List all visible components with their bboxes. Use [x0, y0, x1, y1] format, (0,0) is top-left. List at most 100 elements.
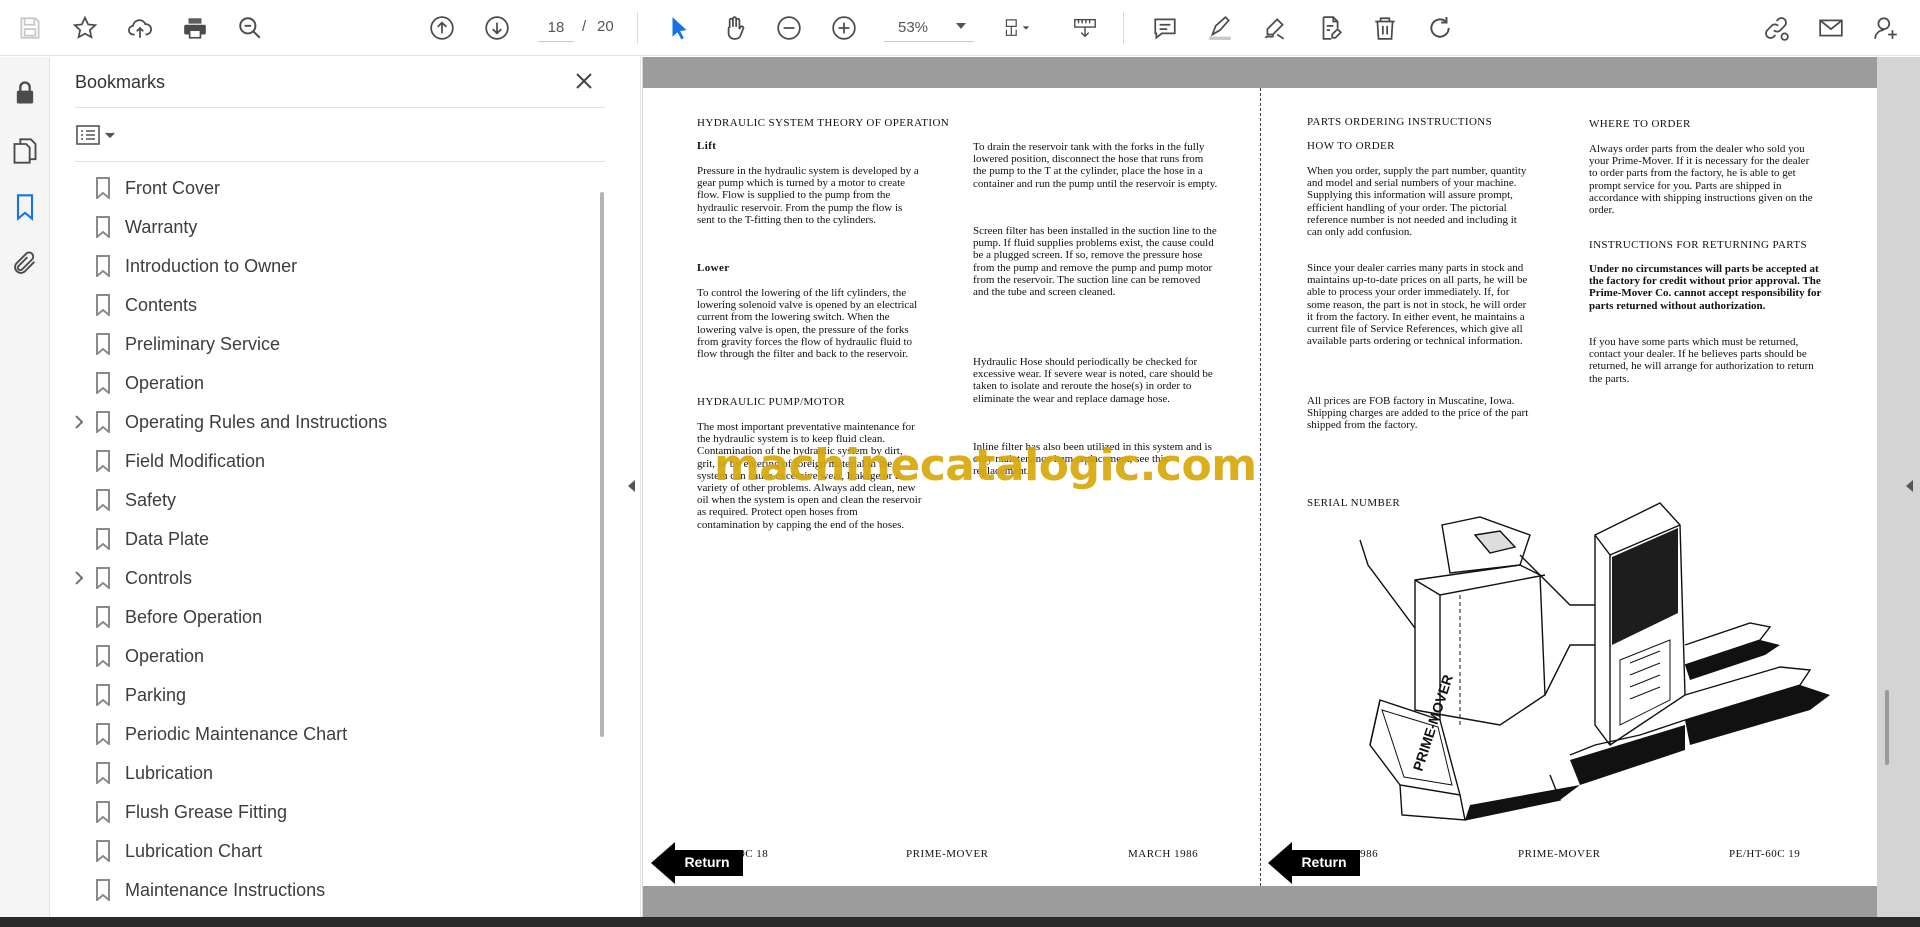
next-page-icon[interactable]	[479, 10, 515, 46]
bookmark-panel-icon[interactable]	[11, 193, 39, 221]
return-button[interactable]: Return	[1268, 842, 1360, 884]
expand-right-pane-arrow[interactable]	[1906, 480, 1913, 492]
bookmark-icon	[95, 411, 111, 435]
main-toolbar: / 20 53%	[0, 0, 1920, 56]
bookmark-icon	[95, 528, 111, 552]
bookmark-item[interactable]: Operation	[51, 365, 591, 401]
highlight-pen-icon[interactable]	[1202, 10, 1238, 46]
bookmark-item[interactable]: Operation	[51, 638, 591, 674]
page-number-input[interactable]	[538, 14, 574, 42]
page-margin-top	[643, 57, 1877, 88]
edit-pdf-icon[interactable]	[1312, 10, 1348, 46]
watermark: machinecatalogic.com	[714, 440, 1257, 491]
bookmark-label: Controls	[125, 568, 193, 588]
returning-warning: Under no circumstances will parts be acc…	[1589, 263, 1822, 312]
attachment-icon[interactable]	[11, 249, 39, 277]
page-total: 20	[597, 18, 614, 35]
close-icon[interactable]	[572, 69, 596, 93]
bookmark-item[interactable]: Data Plate	[51, 521, 591, 557]
zoom-select[interactable]: 53%	[884, 14, 974, 42]
taskbar-strip	[0, 917, 1920, 927]
share-link-icon[interactable]	[1758, 10, 1794, 46]
document-scrollbar-thumb[interactable]	[1885, 690, 1889, 765]
bookmark-item[interactable]: Lubrication Chart	[51, 833, 591, 869]
bookmark-label: Safety	[125, 490, 177, 510]
scrollbar-thumb[interactable]	[600, 192, 604, 737]
pages-icon[interactable]	[11, 137, 39, 165]
return-label: Return	[1301, 854, 1347, 870]
toolbar-divider	[1123, 12, 1124, 44]
right-footer-code: PE/HT-60C 19	[1729, 848, 1801, 860]
bookmark-label: Front Cover	[125, 178, 221, 198]
bookmark-label: Operating Rules and Instructions	[125, 412, 388, 432]
lower-text: To control the lowering of the lift cyli…	[697, 287, 918, 361]
bookmark-item[interactable]: Preliminary Service	[51, 326, 591, 362]
screen-filter-text: Screen filter has been installed in the …	[973, 225, 1217, 299]
bookmark-item[interactable]: Warranty	[51, 209, 591, 245]
redo-icon[interactable]	[1422, 10, 1458, 46]
bookmark-label: Operation	[125, 373, 205, 393]
save-icon[interactable]	[12, 10, 48, 46]
bookmark-icon	[95, 801, 111, 825]
bookmark-icon	[95, 645, 111, 669]
zoom-out-icon[interactable]	[771, 10, 807, 46]
bookmark-item[interactable]: Before Operation	[51, 599, 591, 635]
upload-cloud-icon[interactable]	[122, 10, 158, 46]
scroll-mode-icon[interactable]	[1065, 10, 1105, 46]
bookmark-icon	[95, 333, 111, 357]
star-icon[interactable]	[67, 10, 103, 46]
page-margin-bottom	[643, 886, 1877, 917]
bookmark-item[interactable]: Lubrication	[51, 755, 591, 791]
where-to-order-title: WHERE TO ORDER	[1589, 118, 1691, 130]
trash-icon[interactable]	[1367, 10, 1403, 46]
bookmark-item[interactable]: Maintenance Instructions	[51, 872, 591, 908]
panel-divider	[75, 161, 605, 162]
bookmark-item[interactable]: Parking	[51, 677, 591, 713]
bookmark-item[interactable]: Controls	[51, 560, 591, 596]
return-button[interactable]: Return	[651, 842, 743, 884]
bookmark-item[interactable]: Field Modification	[51, 443, 591, 479]
bookmark-icon	[95, 294, 111, 318]
comment-icon[interactable]	[1147, 10, 1183, 46]
zoom-in-icon[interactable]	[826, 10, 862, 46]
bookmark-options-button[interactable]	[75, 121, 126, 149]
zoom-search-icon[interactable]	[232, 10, 268, 46]
bookmark-icon	[95, 879, 111, 903]
bookmark-label: Periodic Maintenance Chart	[125, 724, 348, 744]
how-to-order-title: HOW TO ORDER	[1307, 140, 1395, 152]
bookmark-icon	[95, 489, 111, 513]
page-fit-icon[interactable]	[993, 10, 1041, 46]
bookmark-label: Maintenance Instructions	[125, 880, 326, 900]
bookmark-item[interactable]: Introduction to Owner	[51, 248, 591, 284]
print-icon[interactable]	[177, 10, 213, 46]
bookmark-label: Flush Grease Fitting	[125, 802, 288, 822]
bookmark-label: Before Operation	[125, 607, 263, 627]
bookmark-label: Lubrication	[125, 763, 214, 783]
bookmark-label: Field Modification	[125, 451, 266, 471]
bookmark-item[interactable]: Periodic Maintenance Chart	[51, 716, 591, 752]
chevron-right-icon[interactable]	[71, 413, 87, 431]
hydraulic-hose-text: Hydraulic Hose should periodically be ch…	[973, 356, 1213, 405]
previous-page-icon[interactable]	[424, 10, 460, 46]
bookmark-icon	[95, 567, 111, 591]
bookmark-item[interactable]: Safety	[51, 482, 591, 518]
add-user-icon[interactable]	[1868, 10, 1904, 46]
select-cursor-icon[interactable]	[661, 10, 697, 46]
bookmark-item[interactable]: Flush Grease Fitting	[51, 794, 591, 830]
pump-title: HYDRAULIC PUMP/MOTOR	[697, 396, 846, 408]
bookmark-icon	[95, 255, 111, 279]
chevron-right-icon[interactable]	[71, 569, 87, 587]
lock-icon[interactable]	[11, 79, 39, 107]
bookmark-icon	[95, 840, 111, 864]
hand-tool-icon[interactable]	[716, 10, 752, 46]
email-icon[interactable]	[1813, 10, 1849, 46]
draw-signature-icon[interactable]	[1257, 10, 1293, 46]
panel-title: Bookmarks	[75, 72, 166, 92]
navigation-rail	[0, 57, 50, 927]
lift-title: Lift	[697, 140, 717, 152]
bookmark-icon	[95, 606, 111, 630]
collapse-panel-arrow[interactable]	[628, 480, 635, 492]
bookmark-item[interactable]: Contents	[51, 287, 591, 323]
bookmark-item[interactable]: Operating Rules and Instructions	[51, 404, 591, 440]
bookmark-item[interactable]: Front Cover	[51, 170, 591, 206]
